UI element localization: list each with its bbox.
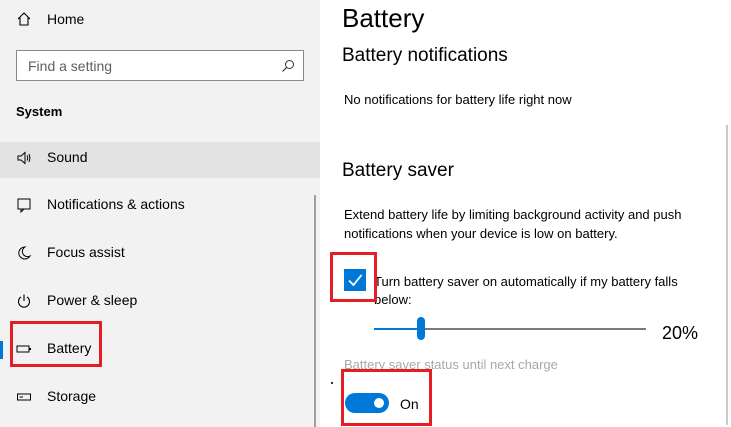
search-placeholder: Find a setting [28, 58, 113, 74]
sidebar-item-label: Focus assist [47, 244, 125, 260]
sidebar-item-label: Power & sleep [47, 292, 138, 308]
sidebar-item-notifications[interactable]: Notifications & actions [0, 182, 320, 228]
speaker-icon [16, 150, 32, 166]
slider-fill [374, 328, 421, 330]
page-title: Battery [342, 3, 425, 33]
battery-notifications-heading: Battery notifications [342, 45, 508, 66]
highlight-box-toggle [341, 369, 432, 426]
highlight-box-checkbox [330, 252, 377, 302]
notification-icon [16, 197, 32, 214]
search-icon[interactable] [281, 59, 295, 73]
sidebar-item-focus-assist[interactable]: Focus assist [0, 230, 320, 276]
storage-icon [16, 389, 32, 405]
battery-notifications-text: No notifications for battery life right … [344, 92, 572, 107]
main-scrollbar[interactable] [726, 125, 728, 425]
battery-saver-description: Extend battery life by limiting backgrou… [344, 207, 682, 241]
auto-battery-saver-label[interactable]: Turn battery saver on automatically if m… [374, 273, 714, 309]
battery-threshold-value: 20% [662, 323, 699, 343]
search-input[interactable]: Find a setting [16, 50, 304, 81]
sidebar-item-label: Notifications & actions [47, 196, 185, 212]
home-label: Home [47, 11, 85, 27]
home-nav-item[interactable]: Home [0, 0, 320, 40]
sidebar-item-sound[interactable]: Sound [0, 142, 320, 178]
moon-icon [16, 245, 32, 261]
section-title-system: System [16, 104, 63, 119]
selected-indicator [0, 341, 3, 359]
sidebar-scrollbar[interactable] [314, 195, 316, 427]
power-icon [16, 293, 32, 309]
cursor-dot [331, 382, 333, 384]
battery-threshold-slider[interactable] [374, 317, 646, 340]
battery-saver-heading: Battery saver [342, 160, 454, 181]
sidebar-item-storage[interactable]: Storage [0, 374, 320, 420]
highlight-box-battery [10, 321, 102, 367]
home-icon [16, 11, 32, 27]
sidebar-item-label: Storage [47, 388, 97, 404]
slider-thumb[interactable] [417, 317, 425, 340]
sidebar-item-power-sleep[interactable]: Power & sleep [0, 278, 320, 324]
sidebar-item-label: Sound [47, 149, 88, 165]
